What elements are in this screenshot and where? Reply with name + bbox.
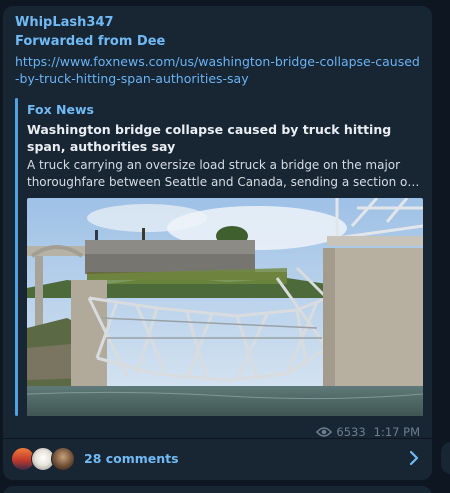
next-message-bubble bbox=[3, 486, 432, 493]
message-bubble[interactable]: WhipLash347 Forwarded from Dee https://w… bbox=[3, 6, 432, 480]
comments-count-label[interactable]: 28 comments bbox=[84, 451, 179, 466]
preview-accent-bar bbox=[15, 98, 18, 416]
author-name[interactable]: WhipLash347 bbox=[15, 15, 114, 30]
preview-title: Washington bridge collapse caused by tru… bbox=[27, 122, 392, 154]
comments-button[interactable]: 28 comments bbox=[3, 439, 432, 479]
bridge-collapse-photo bbox=[27, 198, 423, 416]
preview-description: A truck carrying an oversize load struck… bbox=[27, 158, 412, 189]
go-to-message-button[interactable] bbox=[441, 442, 450, 474]
preview-image[interactable] bbox=[27, 198, 423, 416]
article-link[interactable]: https://www.foxnews.com/us/washington-br… bbox=[15, 53, 420, 87]
message-meta: 6533 1:17 PM bbox=[316, 425, 420, 439]
eye-icon bbox=[316, 427, 333, 437]
forwarded-from-label[interactable]: Forwarded from Dee bbox=[15, 34, 165, 49]
chevron-right-icon[interactable] bbox=[408, 450, 420, 466]
view-count: 6533 bbox=[336, 425, 366, 439]
link-preview[interactable]: Fox News Washington bridge collapse caus… bbox=[15, 98, 423, 416]
chat-view: WhipLash347 Forwarded from Dee https://w… bbox=[0, 0, 450, 493]
preview-site-name: Fox News bbox=[27, 102, 94, 117]
message-time: 1:17 PM bbox=[373, 425, 420, 439]
avatar bbox=[51, 447, 75, 471]
